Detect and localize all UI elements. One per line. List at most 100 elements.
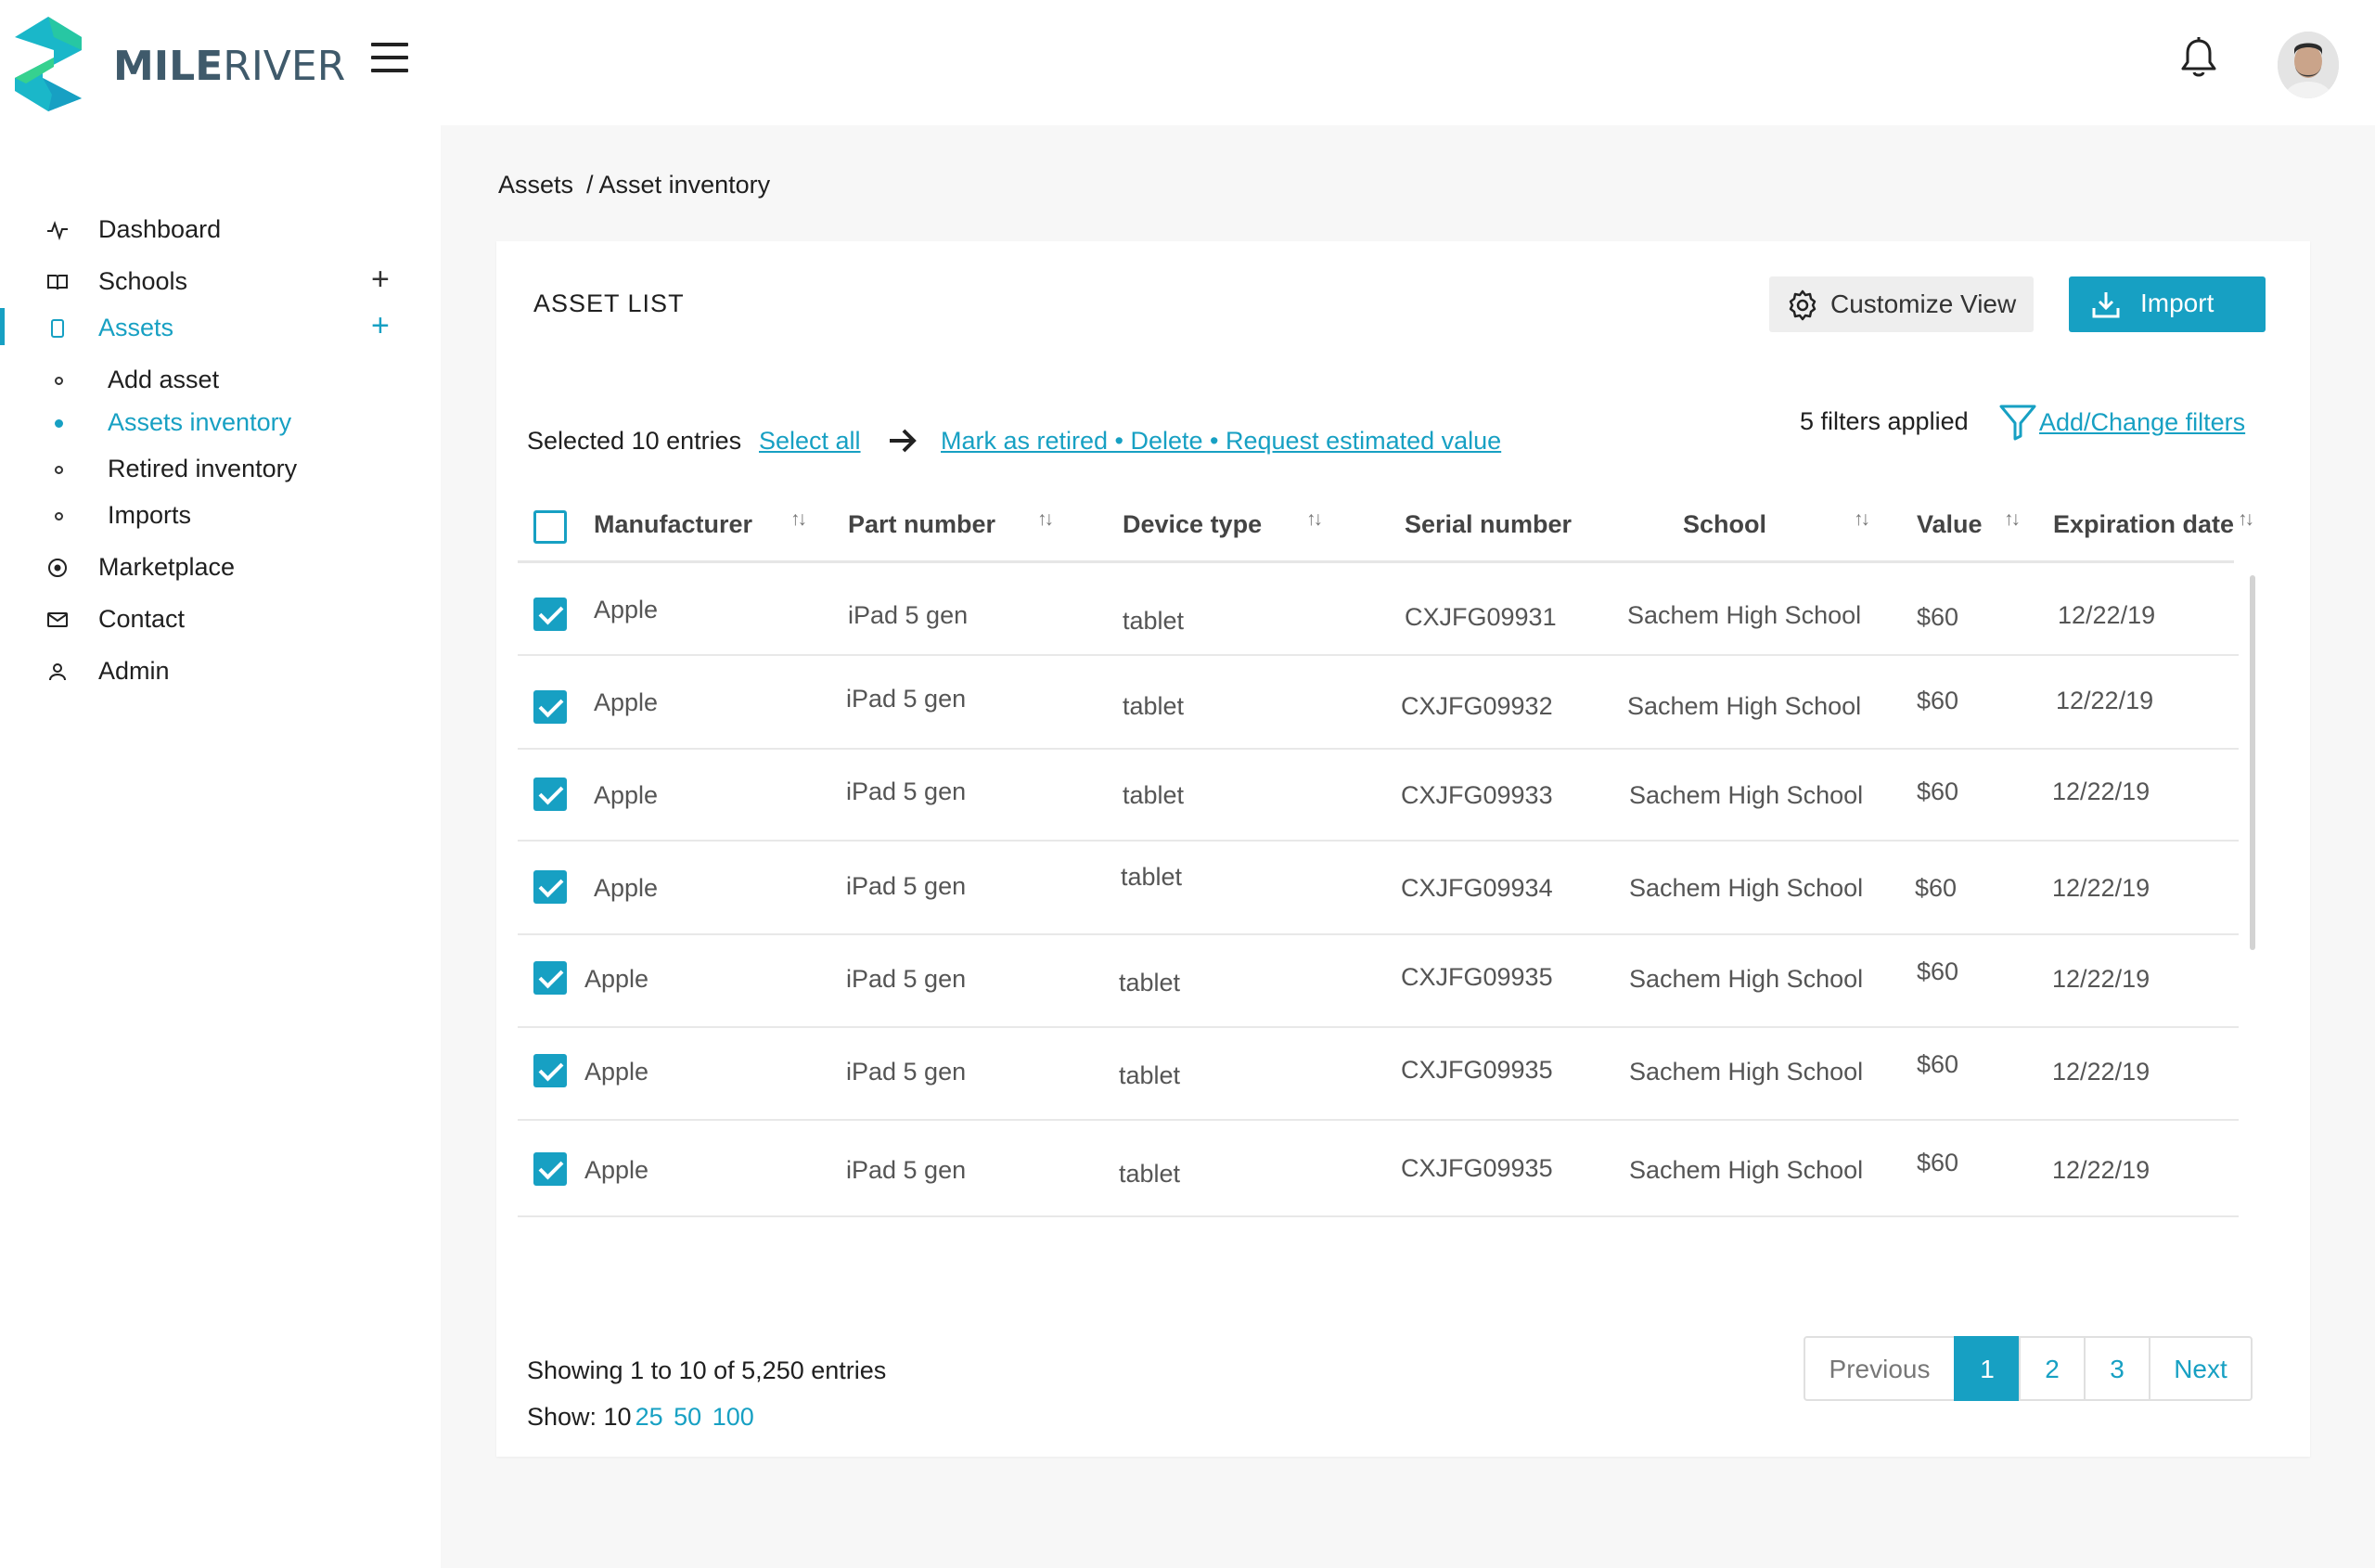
sidebar-item-assets[interactable]: Assets +	[0, 304, 441, 351]
sort-icon[interactable]: ↑↓	[2004, 508, 2021, 531]
sidebar-item-label: Assets	[98, 314, 174, 341]
book-icon	[47, 275, 68, 290]
breadcrumb: Assets / Asset inventory	[498, 171, 783, 199]
pagination-page-2[interactable]: 2	[2019, 1336, 2086, 1401]
download-icon	[2092, 292, 2120, 318]
row-checkbox[interactable]	[533, 870, 567, 904]
expand-plus-icon[interactable]: +	[371, 308, 390, 344]
sidebar-subitem-assets-inventory[interactable]: Assets inventory	[0, 401, 441, 443]
cell-school: Sachem High School	[1627, 692, 1862, 720]
table-scrollbar[interactable]	[2250, 575, 2255, 950]
filter-icon[interactable]	[1998, 403, 2037, 442]
customize-view-button[interactable]: Customize View	[1769, 276, 2034, 332]
page-size-option-100[interactable]: 100	[712, 1403, 754, 1431]
top-bar	[441, 0, 2375, 125]
mail-icon	[47, 612, 68, 627]
cell-expiration-date: 12/22/19	[2052, 874, 2150, 902]
add-change-filters-link[interactable]: Add/Change filters	[2039, 408, 2245, 437]
cell-device-type: tablet	[1121, 863, 1183, 891]
expand-plus-icon[interactable]: +	[371, 262, 390, 298]
sidebar-item-label: Dashboard	[98, 215, 222, 243]
cell-manufacturer: Apple	[584, 965, 649, 993]
sidebar-item-admin[interactable]: Admin	[0, 648, 441, 694]
import-button[interactable]: Import	[2069, 276, 2266, 332]
cell-part-number: iPad 5 gen	[848, 601, 969, 629]
sidebar-subitem-add-asset[interactable]: Add asset	[0, 358, 441, 401]
sidebar-item-marketplace[interactable]: Marketplace	[0, 544, 441, 590]
sort-icon[interactable]: ↑↓	[2238, 508, 2254, 531]
select-all-checkbox[interactable]	[533, 510, 567, 544]
column-header-value[interactable]: Value	[1917, 510, 1983, 539]
pagination-previous[interactable]: Previous	[1804, 1336, 1956, 1401]
row-checkbox[interactable]	[533, 961, 567, 995]
sort-icon[interactable]: ↑↓	[1854, 508, 1870, 531]
sidebar-item-schools[interactable]: Schools +	[0, 258, 441, 304]
sidebar-item-label: Contact	[98, 605, 186, 633]
sidebar-item-dashboard[interactable]: Dashboard	[0, 206, 441, 252]
row-divider	[518, 1026, 2239, 1028]
column-header-manufacturer[interactable]: Manufacturer	[594, 510, 752, 539]
column-header-part-number[interactable]: Part number	[848, 510, 995, 539]
cell-serial-number: CXJFG09933	[1401, 781, 1553, 809]
cell-serial-number: CXJFG09931	[1405, 603, 1557, 631]
page-size-option-50[interactable]: 50	[674, 1403, 701, 1431]
cell-expiration-date: 12/22/19	[2052, 1156, 2150, 1184]
bulk-actions-link[interactable]: Mark as retired • Delete • Request estim…	[941, 427, 1501, 456]
pagination-page-1[interactable]: 1	[1954, 1336, 2021, 1401]
cell-serial-number: CXJFG09935	[1401, 1154, 1553, 1182]
bullet-icon	[55, 377, 63, 385]
showing-entries-text: Showing 1 to 10 of 5,250 entries	[527, 1356, 887, 1384]
pagination-next[interactable]: Next	[2149, 1336, 2253, 1401]
cell-manufacturer: Apple	[594, 688, 659, 716]
bell-icon[interactable]	[2178, 37, 2219, 80]
row-checkbox[interactable]	[533, 690, 567, 724]
bullet-icon	[55, 466, 63, 474]
row-checkbox[interactable]	[533, 1054, 567, 1087]
row-checkbox[interactable]	[533, 598, 567, 631]
arrow-right-icon	[890, 429, 917, 453]
page-size-label: Show: 10	[527, 1403, 632, 1431]
sidebar: MILERIVER Dashboard Schools + Assets + A…	[0, 0, 441, 1568]
cell-part-number: iPad 5 gen	[846, 872, 967, 900]
asset-list-card	[496, 241, 2310, 1457]
page-size-option-25[interactable]: 25	[635, 1403, 663, 1431]
sidebar-item-contact[interactable]: Contact	[0, 596, 441, 642]
cell-value: $60	[1917, 687, 1959, 714]
menu-toggle-icon[interactable]	[371, 43, 410, 72]
cell-value: $60	[1917, 778, 1959, 805]
cell-serial-number: CXJFG09932	[1401, 692, 1553, 720]
column-header-school[interactable]: School	[1683, 510, 1766, 539]
activity-icon	[47, 221, 68, 241]
column-header-device-type[interactable]: Device type	[1123, 510, 1262, 539]
cell-manufacturer: Apple	[584, 1058, 649, 1086]
row-divider	[518, 748, 2239, 750]
cell-part-number: iPad 5 gen	[846, 1058, 967, 1086]
sidebar-subitem-label: Assets inventory	[108, 408, 292, 436]
sidebar-subitem-imports[interactable]: Imports	[0, 494, 441, 536]
avatar[interactable]	[2278, 32, 2339, 98]
cell-device-type: tablet	[1123, 692, 1185, 720]
cell-expiration-date: 12/22/19	[2052, 778, 2150, 805]
breadcrumb-assets[interactable]: Assets	[498, 171, 573, 199]
cell-device-type: tablet	[1119, 1061, 1181, 1089]
select-all-link[interactable]: Select all	[759, 427, 861, 456]
cell-value: $60	[1917, 603, 1959, 631]
import-label: Import	[2140, 289, 2215, 317]
filters-applied-text: 5 filters applied	[1800, 407, 1969, 435]
sidebar-subitem-label: Imports	[108, 501, 192, 529]
row-checkbox[interactable]	[533, 778, 567, 811]
bullet-icon	[55, 419, 63, 428]
column-header-expiration-date[interactable]: Expiration date	[2053, 510, 2234, 539]
cell-part-number: iPad 5 gen	[846, 778, 967, 805]
sidebar-subitem-retired-inventory[interactable]: Retired inventory	[0, 447, 441, 490]
cell-school: Sachem High School	[1627, 601, 1862, 629]
column-header-serial-number[interactable]: Serial number	[1405, 510, 1572, 539]
sort-icon[interactable]: ↑↓	[1037, 508, 1054, 531]
sort-icon[interactable]: ↑↓	[790, 508, 807, 531]
card-title: ASSET LIST	[533, 289, 685, 317]
cell-part-number: iPad 5 gen	[846, 685, 967, 713]
sort-icon[interactable]: ↑↓	[1306, 508, 1323, 531]
pagination-page-3[interactable]: 3	[2084, 1336, 2150, 1401]
row-checkbox[interactable]	[533, 1152, 567, 1186]
cell-manufacturer: Apple	[594, 781, 659, 809]
